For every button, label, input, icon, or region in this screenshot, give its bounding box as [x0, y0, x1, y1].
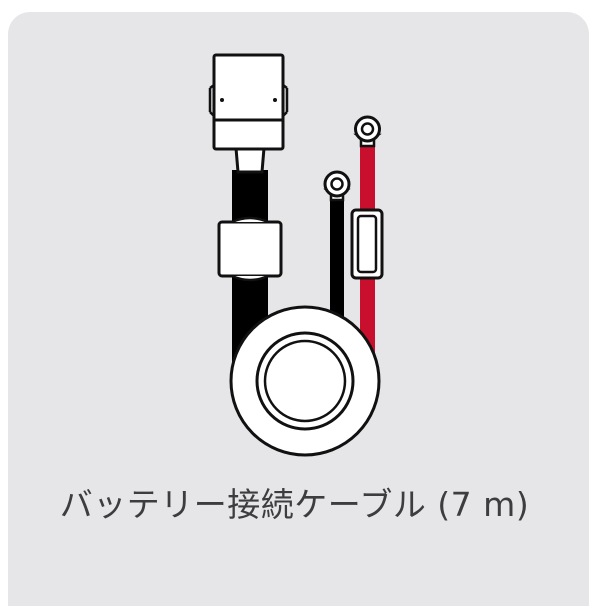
battery-cable-illustration [208, 53, 384, 457]
red-ring-terminal-icon [353, 115, 382, 148]
product-caption: バッテリー接続ケーブル (7 m) [59, 485, 530, 524]
ferrite-core-icon [217, 216, 283, 282]
cable-coil-icon [229, 305, 381, 457]
black-ring-terminal-icon [323, 170, 351, 202]
strain-relief [234, 146, 266, 174]
fuse-holder [350, 208, 384, 280]
connector-plug-icon [208, 53, 289, 151]
